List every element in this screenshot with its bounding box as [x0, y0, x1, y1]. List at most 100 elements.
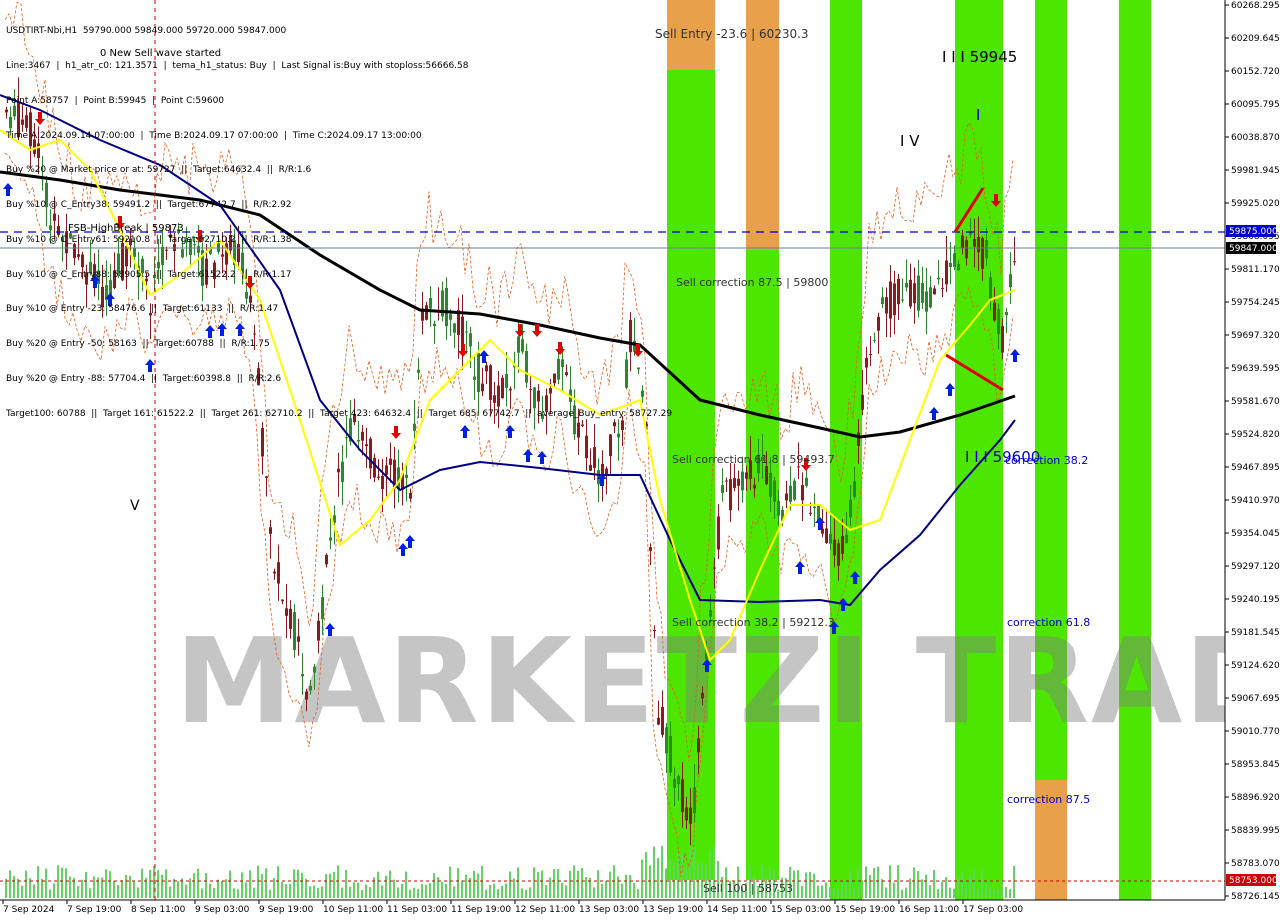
price-label: 59010.770: [1231, 727, 1280, 737]
candle-body: [261, 428, 264, 457]
volume-bar: [213, 887, 215, 898]
volume-bar: [829, 886, 831, 898]
sell-correction-382-label: Sell correction 38.2 | 59212.3: [672, 616, 835, 629]
green-band: [1119, 0, 1151, 900]
volume-bar: [301, 872, 303, 898]
candle-body: [993, 302, 996, 321]
candle-body: [845, 534, 848, 544]
info-line: Buy %10 @ C_Entry61: 59210.8 || Target:6…: [6, 234, 292, 245]
candle-body: [697, 738, 700, 753]
candle-body: [869, 354, 872, 356]
volume-bar: [833, 887, 835, 898]
volume-bar: [297, 869, 299, 898]
candle-body: [373, 457, 376, 478]
volume-bar: [525, 889, 527, 898]
candle-body: [405, 474, 408, 478]
volume-bar: [889, 865, 891, 898]
volume-bar: [157, 870, 159, 898]
volume-bar: [629, 875, 631, 898]
candle-body: [669, 736, 672, 773]
candle-body: [909, 279, 912, 307]
candle-body: [1005, 311, 1008, 316]
volume-bar: [133, 881, 135, 898]
volume-bar: [597, 870, 599, 898]
volume-bar: [21, 885, 23, 898]
volume-bar: [453, 886, 455, 898]
price-label: 58839.995: [1231, 826, 1280, 836]
sell100-price-text: 58753.000: [1229, 876, 1278, 886]
candle-body: [777, 500, 780, 516]
volume-bar: [697, 862, 699, 898]
volume-bar: [593, 887, 595, 898]
candle-body: [901, 299, 904, 301]
volume-bar: [689, 849, 691, 898]
volume-bar: [653, 846, 655, 898]
volume-bar: [405, 871, 407, 898]
candle-body: [317, 620, 320, 641]
price-label: 58953.845: [1231, 760, 1280, 770]
volume-bar: [533, 867, 535, 898]
candle-body: [397, 467, 400, 490]
info-line: Point A:58757 | Point B:59945 | Point C:…: [6, 95, 225, 106]
candle-body: [341, 461, 344, 482]
candle-body: [917, 275, 920, 311]
volume-bar: [277, 866, 279, 898]
candle-body: [585, 435, 588, 459]
candle-body: [281, 599, 284, 602]
candle-body: [953, 253, 956, 267]
volume-bar: [545, 885, 547, 898]
candle-body: [949, 262, 952, 267]
volume-bar: [485, 889, 487, 898]
volume-bar: [33, 884, 35, 898]
watermark-text: MARKETZI TRADE: [175, 612, 1280, 750]
volume-bar: [549, 877, 551, 898]
indicator-info-panel: USDTIRT-Nbi,H1 59790.000 59849.000 59720…: [6, 3, 672, 432]
candle-body: [893, 283, 896, 316]
time-label: 16 Sep 11:00: [899, 905, 959, 915]
candle-body: [813, 506, 816, 508]
volume-bar: [197, 868, 199, 898]
price-label: 59410.970: [1231, 496, 1280, 506]
volume-bar: [61, 867, 63, 898]
volume-bar: [865, 866, 867, 898]
candle-body: [593, 447, 596, 468]
volume-bar: [805, 872, 807, 898]
info-line: Target100: 60788 || Target 161: 61522.2 …: [6, 408, 673, 419]
volume-bar: [193, 873, 195, 898]
volume-bar: [393, 879, 395, 898]
candle-body: [289, 608, 292, 629]
volume-bar: [665, 868, 667, 898]
price-label: 58783.070: [1231, 859, 1280, 869]
volume-bar: [981, 869, 983, 898]
volume-bar: [325, 874, 327, 898]
volume-bar: [49, 889, 51, 898]
volume-bar: [5, 878, 7, 898]
volume-bar: [317, 888, 319, 898]
candle-body: [793, 480, 796, 500]
volume-bar: [25, 870, 27, 898]
volume-bar: [417, 888, 419, 898]
volume-bar: [165, 869, 167, 898]
volume-bar: [937, 889, 939, 898]
volume-bar: [465, 874, 467, 898]
candle-body: [849, 499, 852, 518]
price-label: 59124.620: [1231, 661, 1280, 671]
volume-bar: [929, 885, 931, 898]
volume-bar: [497, 889, 499, 898]
volume-bar: [281, 881, 283, 898]
volume-bar: [565, 885, 567, 898]
candle-body: [409, 492, 412, 499]
volume-bar: [461, 880, 463, 898]
volume-bar: [577, 870, 579, 898]
price-label: 59639.595: [1231, 364, 1280, 374]
sell-correction-618-label: Sell correction 61.8 | 59493.7: [672, 453, 835, 466]
candle-body: [357, 439, 360, 442]
candle-body: [905, 282, 908, 288]
price-label: 60268.295: [1231, 1, 1280, 11]
volume-bar: [817, 885, 819, 898]
volume-bar: [921, 879, 923, 898]
volume-bar: [125, 875, 127, 898]
sell-100-label: Sell 100 | 58753: [703, 882, 793, 895]
volume-bar: [177, 881, 179, 898]
volume-bar: [493, 883, 495, 898]
